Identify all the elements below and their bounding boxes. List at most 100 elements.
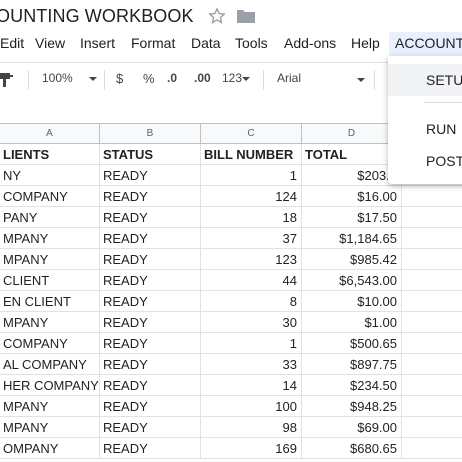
document-title[interactable]: OUNTING WORKBOOK: [0, 6, 194, 27]
cell-status[interactable]: READY: [100, 438, 201, 459]
cell-status[interactable]: READY: [100, 354, 201, 375]
table-row: AL COMPANY READY 33 $897.75: [0, 354, 462, 375]
header-cell-total[interactable]: TOTAL: [302, 144, 402, 165]
menu-help[interactable]: Help: [351, 35, 380, 51]
cell-client[interactable]: MPANY: [0, 396, 100, 417]
cell-status[interactable]: READY: [100, 417, 201, 438]
cell-bill-number[interactable]: 124: [201, 186, 302, 207]
folder-icon[interactable]: [236, 8, 256, 24]
cell-status[interactable]: READY: [100, 375, 201, 396]
header-cell-status[interactable]: STATUS: [100, 144, 201, 165]
column-header-a[interactable]: A: [0, 124, 100, 144]
cell-bill-number[interactable]: 169: [201, 438, 302, 459]
table-row: CLIENT READY 44 $6,543.00: [0, 270, 462, 291]
table-row: MPANY READY 37 $1,184.65: [0, 228, 462, 249]
cell-bill-number[interactable]: 18: [201, 207, 302, 228]
font-name: Arial: [277, 71, 302, 85]
cell-bill-number[interactable]: 14: [201, 375, 302, 396]
cell-bill-number[interactable]: 33: [201, 354, 302, 375]
decrease-decimal-button[interactable]: .0: [167, 71, 177, 85]
cell-status[interactable]: READY: [100, 207, 201, 228]
header-cell-bill-number[interactable]: BILL NUMBER: [201, 144, 302, 165]
cell-client[interactable]: MPANY: [0, 312, 100, 333]
table-row: MPANY READY 123 $985.42: [0, 249, 462, 270]
cell-client[interactable]: EN CLIENT: [0, 291, 100, 312]
header-cell-clients[interactable]: LIENTS: [0, 144, 100, 165]
percent-button[interactable]: %: [143, 71, 155, 86]
currency-button[interactable]: $: [116, 71, 123, 86]
increase-decimal-button[interactable]: .00: [194, 71, 211, 85]
zoom-select[interactable]: 100%: [42, 71, 98, 85]
menu-insert[interactable]: Insert: [80, 35, 115, 51]
chevron-down-icon[interactable]: [357, 78, 365, 82]
cell-total[interactable]: $203.9: [302, 165, 402, 186]
cell-status[interactable]: READY: [100, 165, 201, 186]
cell-bill-number[interactable]: 98: [201, 417, 302, 438]
cell-total[interactable]: $234.50: [302, 375, 402, 396]
accounting-menu-dropdown: SETU RUN POST: [388, 56, 462, 184]
cell-bill-number[interactable]: 1: [201, 333, 302, 354]
cell-total[interactable]: $1,184.65: [302, 228, 402, 249]
cell-total[interactable]: $10.00: [302, 291, 402, 312]
cell-client[interactable]: COMPANY: [0, 333, 100, 354]
cell-client[interactable]: HER COMPANY: [0, 375, 100, 396]
table-row: MPANY READY 100 $948.25: [0, 396, 462, 417]
cell-client[interactable]: AL COMPANY: [0, 354, 100, 375]
cell-total[interactable]: $69.00: [302, 417, 402, 438]
cell-bill-number[interactable]: 123: [201, 249, 302, 270]
cell-client[interactable]: PANY: [0, 207, 100, 228]
cell-total[interactable]: $985.42: [302, 249, 402, 270]
column-header-d[interactable]: D: [302, 124, 402, 144]
cell-status[interactable]: READY: [100, 228, 201, 249]
cell-client[interactable]: MPANY: [0, 417, 100, 438]
cell-status[interactable]: READY: [100, 249, 201, 270]
menu-edit[interactable]: Edit: [0, 35, 24, 51]
table-row: EN CLIENT READY 8 $10.00: [0, 291, 462, 312]
cell-bill-number[interactable]: 100: [201, 396, 302, 417]
menu-data[interactable]: Data: [191, 35, 221, 51]
cell-client[interactable]: MPANY: [0, 249, 100, 270]
menu-addons[interactable]: Add-ons: [284, 35, 336, 51]
menu-format[interactable]: Format: [131, 35, 175, 51]
font-select[interactable]: Arial: [277, 71, 301, 85]
menu-accounting[interactable]: ACCOUNTI: [389, 32, 462, 56]
cell-status[interactable]: READY: [100, 186, 201, 207]
cell-status[interactable]: READY: [100, 270, 201, 291]
menu-tools[interactable]: Tools: [235, 35, 268, 51]
table-row: COMPANY READY 124 $16.00: [0, 186, 462, 207]
cell-status[interactable]: READY: [100, 312, 201, 333]
star-icon[interactable]: [207, 6, 227, 26]
menu-view[interactable]: View: [35, 35, 65, 51]
cell-status[interactable]: READY: [100, 291, 201, 312]
more-formats-select[interactable]: 123: [222, 71, 251, 85]
column-header-b[interactable]: B: [100, 124, 201, 144]
cell-status[interactable]: READY: [100, 396, 201, 417]
cell-total[interactable]: $17.50: [302, 207, 402, 228]
column-header-c[interactable]: C: [201, 124, 302, 144]
menu-option-post[interactable]: POST: [388, 145, 462, 177]
cell-client[interactable]: NY: [0, 165, 100, 186]
toolbar-divider: [28, 70, 29, 90]
cell-bill-number[interactable]: 30: [201, 312, 302, 333]
paint-format-icon[interactable]: [0, 72, 16, 88]
cell-client[interactable]: MPANY: [0, 228, 100, 249]
menu-option-setup[interactable]: SETU: [388, 64, 462, 96]
cell-total[interactable]: $897.75: [302, 354, 402, 375]
cell-bill-number[interactable]: 1: [201, 165, 302, 186]
cell-client[interactable]: CLIENT: [0, 270, 100, 291]
cell-total[interactable]: $6,543.00: [302, 270, 402, 291]
cell-total[interactable]: $500.65: [302, 333, 402, 354]
cell-total[interactable]: $680.65: [302, 438, 402, 459]
chevron-down-icon: [89, 76, 98, 81]
menu-option-run[interactable]: RUN: [388, 113, 462, 145]
cell-client[interactable]: COMPANY: [0, 186, 100, 207]
cell-bill-number[interactable]: 8: [201, 291, 302, 312]
cell-status[interactable]: READY: [100, 333, 201, 354]
cell-total[interactable]: $16.00: [302, 186, 402, 207]
cell-bill-number[interactable]: 37: [201, 228, 302, 249]
cell-total[interactable]: $948.25: [302, 396, 402, 417]
table-row: HER COMPANY READY 14 $234.50: [0, 375, 462, 396]
cell-bill-number[interactable]: 44: [201, 270, 302, 291]
cell-client[interactable]: OMPANY: [0, 438, 100, 459]
cell-total[interactable]: $1.00: [302, 312, 402, 333]
